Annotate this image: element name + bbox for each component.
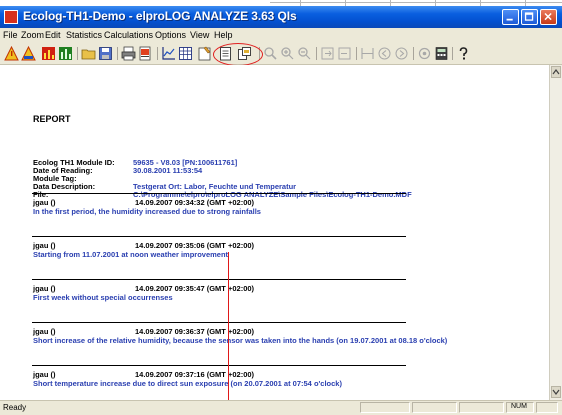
- entry-comment: Starting from 11.07.2001 at noon weather…: [33, 250, 229, 259]
- marker-icon[interactable]: [360, 46, 375, 61]
- entry-divider: [32, 236, 406, 237]
- status-panel: [412, 402, 457, 413]
- back-icon[interactable]: [377, 46, 392, 61]
- export-icon[interactable]: [320, 46, 335, 61]
- menu-file[interactable]: File: [3, 30, 18, 40]
- entry-user: jgau (): [33, 241, 56, 250]
- zoom-icon[interactable]: [263, 46, 278, 61]
- entry-comment: In the first period, the humidity increa…: [33, 207, 261, 216]
- warning-icon[interactable]: [4, 46, 19, 61]
- status-bar: Ready NUM: [0, 400, 562, 415]
- marker-line: [228, 252, 229, 414]
- entry-user: jgau (): [33, 198, 56, 207]
- warning-info-icon[interactable]: [21, 46, 36, 61]
- forward-icon[interactable]: [394, 46, 409, 61]
- status-panel: [459, 402, 504, 413]
- menu-edit[interactable]: Edit: [45, 30, 61, 40]
- entry-header: jgau () 14.09.2007 09:35:06 (GMT +02:00): [33, 241, 254, 250]
- chart-red-icon[interactable]: [41, 46, 56, 61]
- title-bar[interactable]: Ecolog-TH1-Demo - elproLOG ANALYZE 3.63 …: [0, 6, 562, 28]
- print-preview-icon[interactable]: [138, 46, 153, 61]
- entry-header: jgau () 14.09.2007 09:35:47 (GMT +02:00): [33, 284, 254, 293]
- entry-user: jgau (): [33, 327, 56, 336]
- entry-timestamp: 14.09.2007 09:35:06 (GMT +02:00): [135, 241, 255, 250]
- report-heading: REPORT: [33, 114, 71, 124]
- entry-header: jgau () 14.09.2007 09:36:37 (GMT +02:00): [33, 327, 254, 336]
- open-icon[interactable]: [81, 46, 96, 61]
- window-title: Ecolog-TH1-Demo - elproLOG ANALYZE 3.63 …: [23, 9, 297, 23]
- import-icon[interactable]: [337, 46, 352, 61]
- entry-user: jgau (): [33, 370, 56, 379]
- print-icon[interactable]: [121, 46, 136, 61]
- entry-timestamp: 14.09.2007 09:35:47 (GMT +02:00): [135, 284, 255, 293]
- menu-options[interactable]: Options: [155, 30, 186, 40]
- table-icon[interactable]: [178, 46, 193, 61]
- status-panel: [536, 402, 558, 413]
- menu-bar: File Zoom Edit Statistics Calculations O…: [0, 28, 562, 44]
- menu-view[interactable]: View: [190, 30, 209, 40]
- entry-timestamp: 14.09.2007 09:36:37 (GMT +02:00): [135, 327, 255, 336]
- help-icon[interactable]: [456, 46, 471, 61]
- comment-icon[interactable]: [197, 46, 212, 61]
- status-text: Ready: [3, 403, 27, 412]
- highlight-circle: [213, 43, 263, 66]
- scroll-down-button[interactable]: [551, 386, 561, 398]
- chevron-up-icon: [552, 69, 560, 75]
- graph-icon[interactable]: [161, 46, 176, 61]
- zoom-out-icon[interactable]: [297, 46, 312, 61]
- maximize-icon: [524, 12, 534, 21]
- close-icon: [544, 12, 552, 21]
- report-view[interactable]: REPORT Ecolog TH1 Module ID: 59635 - V8.…: [0, 65, 549, 400]
- entry-timestamp: 14.09.2007 09:34:32 (GMT +02:00): [135, 198, 255, 207]
- close-button[interactable]: [540, 9, 557, 25]
- zoom-in-icon[interactable]: [280, 46, 295, 61]
- chevron-down-icon: [552, 389, 560, 395]
- entry-divider: [32, 193, 406, 194]
- entry-divider: [32, 279, 406, 280]
- entry-user: jgau (): [33, 284, 56, 293]
- entry-header: jgau () 14.09.2007 09:34:32 (GMT +02:00): [33, 198, 254, 207]
- menu-help[interactable]: Help: [214, 30, 233, 40]
- entry-divider: [32, 365, 406, 366]
- menu-statistics[interactable]: Statistics: [66, 30, 102, 40]
- status-panel: [360, 402, 410, 413]
- calculator-icon[interactable]: [434, 46, 449, 61]
- minimize-icon: [506, 18, 513, 21]
- minimize-button[interactable]: [502, 9, 519, 25]
- entry-header: jgau () 14.09.2007 09:37:16 (GMT +02:00): [33, 370, 254, 379]
- menu-calculations[interactable]: Calculations: [104, 30, 153, 40]
- save-icon[interactable]: [98, 46, 113, 61]
- vertical-scrollbar[interactable]: [549, 65, 562, 400]
- entry-comment: Short temperature increase due to direct…: [33, 379, 342, 388]
- scroll-up-button[interactable]: [551, 66, 561, 78]
- menu-zoom[interactable]: Zoom: [21, 30, 44, 40]
- entry-comment: First week without special occurrenses: [33, 293, 173, 302]
- toolbar: [0, 44, 562, 65]
- field-value: 30.08.2001 11:53:54: [133, 166, 203, 175]
- chart-green-icon[interactable]: [58, 46, 73, 61]
- num-lock-indicator: NUM: [511, 403, 527, 410]
- maximize-button[interactable]: [521, 9, 538, 25]
- app-icon[interactable]: [4, 10, 18, 24]
- settings-icon[interactable]: [417, 46, 432, 61]
- entry-divider: [32, 322, 406, 323]
- entry-timestamp: 14.09.2007 09:37:16 (GMT +02:00): [135, 370, 255, 379]
- entry-comment: Short increase of the relative humidity,…: [33, 336, 448, 345]
